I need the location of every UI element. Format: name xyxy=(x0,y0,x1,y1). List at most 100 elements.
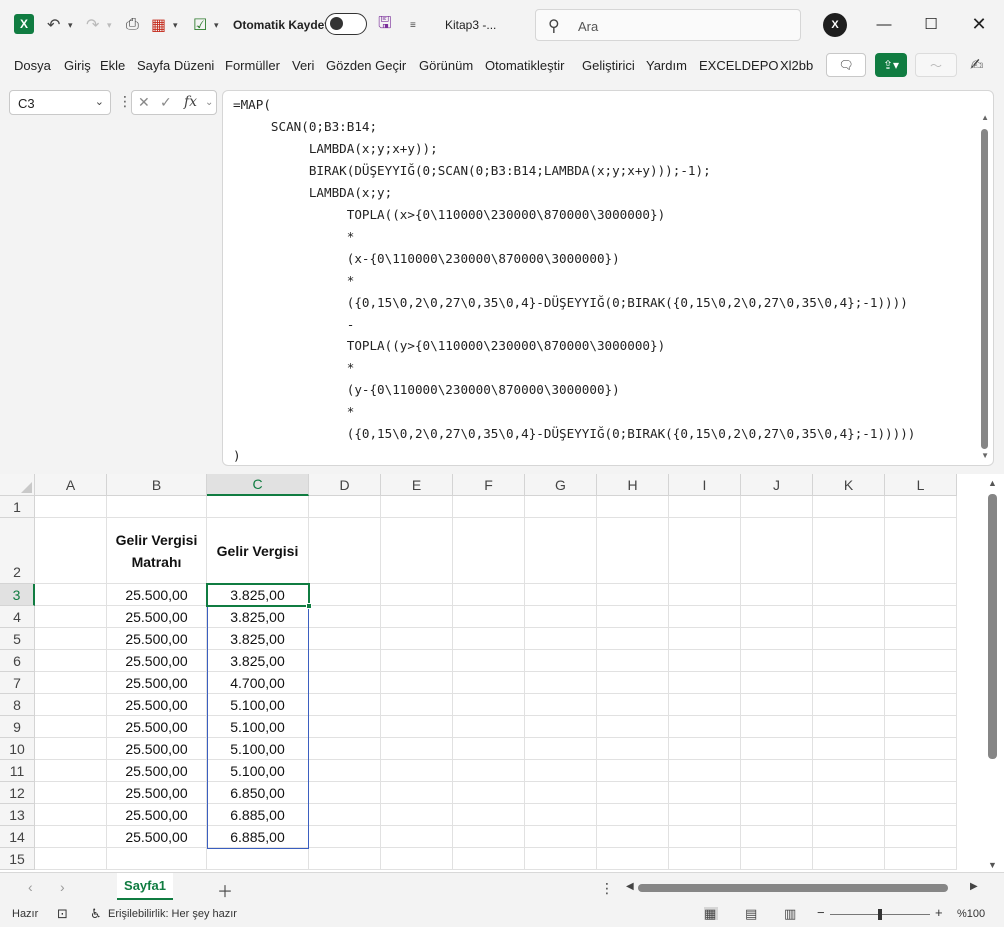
scroll-up-icon[interactable]: ▲ xyxy=(988,478,997,488)
cell-f14[interactable] xyxy=(453,826,525,848)
cell-k14[interactable] xyxy=(813,826,885,848)
name-box[interactable]: C3 ⌄ xyxy=(9,90,111,115)
column-header-h[interactable]: H xyxy=(597,474,669,496)
cell-k15[interactable] xyxy=(813,848,885,870)
row-header-1[interactable]: 1 xyxy=(0,496,35,518)
catch-up-button[interactable]: 〜 xyxy=(915,53,957,77)
zoom-in-icon[interactable]: + xyxy=(935,905,943,920)
cell-f12[interactable] xyxy=(453,782,525,804)
cell-h7[interactable] xyxy=(597,672,669,694)
cell-j7[interactable] xyxy=(741,672,813,694)
chevron-down-icon[interactable]: ⌄ xyxy=(95,95,104,108)
minimize-button[interactable]: — xyxy=(874,14,894,34)
cell-c14[interactable]: 6.885,00 xyxy=(207,826,309,848)
cell-e13[interactable] xyxy=(381,804,453,826)
cell-b6[interactable]: 25.500,00 xyxy=(107,650,207,672)
cell-l11[interactable] xyxy=(885,760,957,782)
cell-l5[interactable] xyxy=(885,628,957,650)
account-avatar[interactable]: X xyxy=(823,13,847,37)
cell-k13[interactable] xyxy=(813,804,885,826)
cell-i6[interactable] xyxy=(669,650,741,672)
cell-e5[interactable] xyxy=(381,628,453,650)
cell-e8[interactable] xyxy=(381,694,453,716)
comments-button[interactable]: 🗨 xyxy=(826,53,866,77)
cell-g2[interactable] xyxy=(525,518,597,584)
cell-c5[interactable]: 3.825,00 xyxy=(207,628,309,650)
save-icon[interactable]: 🖫 xyxy=(378,14,392,36)
cell-h3[interactable] xyxy=(597,584,669,606)
cell-g14[interactable] xyxy=(525,826,597,848)
cancel-icon[interactable]: ✕ xyxy=(138,94,150,111)
sheet-next-icon[interactable]: › xyxy=(60,879,65,895)
cell-c1[interactable] xyxy=(207,496,309,518)
cell-j4[interactable] xyxy=(741,606,813,628)
cell-j6[interactable] xyxy=(741,650,813,672)
cell-g5[interactable] xyxy=(525,628,597,650)
cell-l8[interactable] xyxy=(885,694,957,716)
cell-k4[interactable] xyxy=(813,606,885,628)
cell-f9[interactable] xyxy=(453,716,525,738)
cell-k6[interactable] xyxy=(813,650,885,672)
cell-j13[interactable] xyxy=(741,804,813,826)
cell-c7[interactable]: 4.700,00 xyxy=(207,672,309,694)
search-box[interactable]: ⚲ Ara xyxy=(535,9,801,41)
row-header-10[interactable]: 10 xyxy=(0,738,35,760)
cell-c8[interactable]: 5.100,00 xyxy=(207,694,309,716)
sheet-prev-icon[interactable]: ‹ xyxy=(28,879,33,895)
cell-l3[interactable] xyxy=(885,584,957,606)
cell-l1[interactable] xyxy=(885,496,957,518)
row-header-2[interactable]: 2 xyxy=(0,518,35,584)
cell-g8[interactable] xyxy=(525,694,597,716)
cell-a14[interactable] xyxy=(35,826,107,848)
cell-c6[interactable]: 3.825,00 xyxy=(207,650,309,672)
cell-g6[interactable] xyxy=(525,650,597,672)
cell-i3[interactable] xyxy=(669,584,741,606)
cell-f11[interactable] xyxy=(453,760,525,782)
tab-sayfa1[interactable]: Sayfa1 xyxy=(117,873,173,900)
cell-f10[interactable] xyxy=(453,738,525,760)
cell-i4[interactable] xyxy=(669,606,741,628)
row-header-11[interactable]: 11 xyxy=(0,760,35,782)
cell-f3[interactable] xyxy=(453,584,525,606)
tab-veri[interactable]: Veri xyxy=(292,58,314,73)
maximize-button[interactable]: ☐ xyxy=(921,14,941,34)
row-header-6[interactable]: 6 xyxy=(0,650,35,672)
cell-a15[interactable] xyxy=(35,848,107,870)
cell-d12[interactable] xyxy=(309,782,381,804)
cell-g13[interactable] xyxy=(525,804,597,826)
column-header-f[interactable]: F xyxy=(453,474,525,496)
cell-f7[interactable] xyxy=(453,672,525,694)
cell-c2[interactable]: Gelir Vergisi xyxy=(207,518,309,584)
cell-i2[interactable] xyxy=(669,518,741,584)
more-sheets-icon[interactable]: ⋮ xyxy=(600,880,614,897)
column-header-d[interactable]: D xyxy=(309,474,381,496)
cell-f6[interactable] xyxy=(453,650,525,672)
column-header-g[interactable]: G xyxy=(525,474,597,496)
cell-i5[interactable] xyxy=(669,628,741,650)
cell-e2[interactable] xyxy=(381,518,453,584)
cell-d2[interactable] xyxy=(309,518,381,584)
cell-b4[interactable]: 25.500,00 xyxy=(107,606,207,628)
cell-e12[interactable] xyxy=(381,782,453,804)
cell-h12[interactable] xyxy=(597,782,669,804)
cell-i13[interactable] xyxy=(669,804,741,826)
cell-b3[interactable]: 25.500,00 xyxy=(107,584,207,606)
cell-a1[interactable] xyxy=(35,496,107,518)
normal-view-icon[interactable]: ▦ xyxy=(704,907,718,920)
cell-b5[interactable]: 25.500,00 xyxy=(107,628,207,650)
tab-yardim[interactable]: Yardım xyxy=(646,58,687,73)
cell-i1[interactable] xyxy=(669,496,741,518)
cell-i14[interactable] xyxy=(669,826,741,848)
cell-b12[interactable]: 25.500,00 xyxy=(107,782,207,804)
cell-g15[interactable] xyxy=(525,848,597,870)
row-header-14[interactable]: 14 xyxy=(0,826,35,848)
cell-e15[interactable] xyxy=(381,848,453,870)
cell-c9[interactable]: 5.100,00 xyxy=(207,716,309,738)
cell-l6[interactable] xyxy=(885,650,957,672)
row-header-8[interactable]: 8 xyxy=(0,694,35,716)
cell-h10[interactable] xyxy=(597,738,669,760)
cell-a11[interactable] xyxy=(35,760,107,782)
cell-d14[interactable] xyxy=(309,826,381,848)
cell-k8[interactable] xyxy=(813,694,885,716)
cell-d7[interactable] xyxy=(309,672,381,694)
